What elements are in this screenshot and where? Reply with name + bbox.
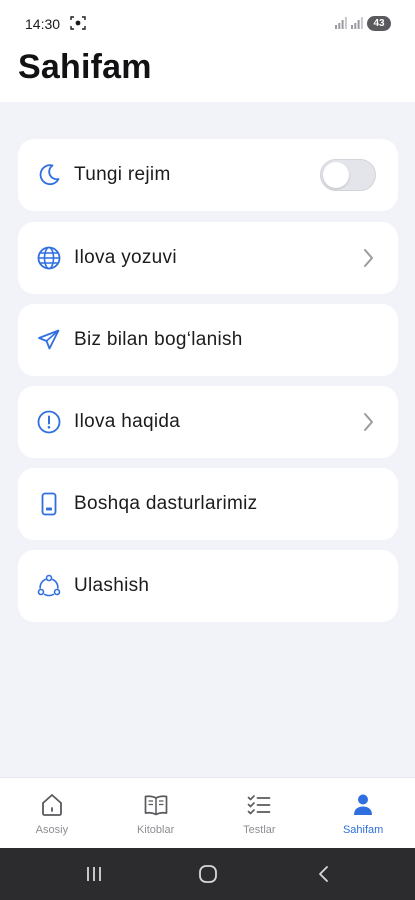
toggle-knob: [323, 162, 349, 188]
chevron-right-icon: [360, 410, 376, 434]
nav-label: Testlar: [243, 824, 276, 836]
share-icon: [36, 573, 62, 599]
phone-icon: [36, 491, 62, 517]
page-title: Sahifam: [18, 48, 152, 86]
status-bar: 14:30 43: [0, 0, 415, 48]
menu-item-label: Ilova haqida: [74, 411, 181, 432]
menu-item-app-script[interactable]: Ilova yozuvi: [18, 222, 398, 294]
header: 14:30 43 Sahifam: [0, 0, 415, 102]
globe-icon: [36, 245, 62, 271]
nav-item-tests[interactable]: Testlar: [208, 778, 312, 848]
home-icon: [38, 791, 66, 819]
screen-record-icon: [70, 16, 86, 30]
home-button-icon[interactable]: [198, 864, 218, 884]
menu-item-share[interactable]: Ulashish: [18, 550, 398, 622]
moon-icon: [36, 162, 62, 188]
nav-label: Asosiy: [35, 824, 69, 836]
info-icon: [36, 409, 62, 435]
status-time: 14:30: [25, 16, 61, 32]
book-icon: [142, 791, 170, 819]
night-mode-toggle[interactable]: [320, 159, 376, 191]
signal-icon: [351, 17, 363, 29]
user-icon: [349, 791, 377, 819]
menu-item-contact-us[interactable]: Biz bilan bog‘lanish: [18, 304, 398, 376]
nav-item-home[interactable]: Asosiy: [0, 778, 104, 848]
menu-item-label: Tungi rejim: [74, 164, 171, 185]
send-icon: [36, 327, 62, 353]
menu-item-label: Ilova yozuvi: [74, 247, 177, 268]
status-indicators: 43: [335, 15, 391, 31]
menu-item-other-apps[interactable]: Boshqa dasturlarimiz: [18, 468, 398, 540]
chevron-right-icon: [360, 246, 376, 270]
menu-item-night-mode[interactable]: Tungi rejim: [18, 139, 398, 211]
nav-label: Sahifam: [342, 824, 384, 836]
menu-item-label: Boshqa dasturlarimiz: [74, 493, 258, 514]
system-nav-bar: [0, 848, 415, 900]
menu-item-label: Ulashish: [74, 575, 150, 596]
checklist-icon: [245, 791, 273, 819]
nav-item-books[interactable]: Kitoblar: [104, 778, 208, 848]
battery-indicator: 43: [367, 15, 391, 31]
bottom-nav: Asosiy Kitoblar Testlar Sahifam: [0, 777, 415, 848]
menu-item-about-app[interactable]: Ilova haqida: [18, 386, 398, 458]
back-icon[interactable]: [314, 864, 334, 884]
nav-item-profile[interactable]: Sahifam: [311, 778, 415, 848]
menu-item-label: Biz bilan bog‘lanish: [74, 329, 243, 350]
nav-label: Kitoblar: [136, 824, 175, 836]
signal-icon: [335, 17, 347, 29]
recent-apps-icon[interactable]: [84, 864, 104, 884]
